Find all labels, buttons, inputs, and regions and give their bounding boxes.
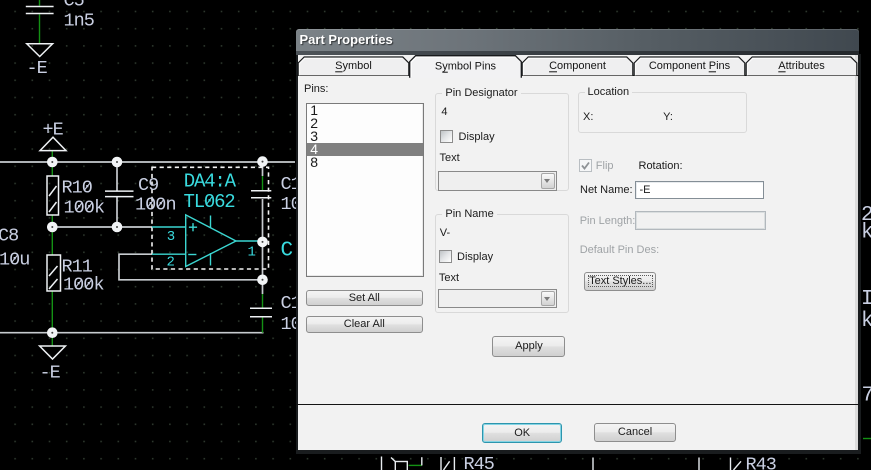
svg-text:C9: C9 [138,175,158,196]
svg-text:-E: -E [40,363,61,384]
svg-text:7: 7 [862,385,871,408]
svg-text:Attributes: Attributes [778,60,825,72]
svg-text:3: 3 [167,229,175,245]
svg-text:C: C [281,240,294,263]
svg-text:100k: 100k [63,275,104,296]
svg-text:DA4:A: DA4:A [184,171,237,193]
svg-text:2: 2 [167,255,175,271]
svg-text:TL062: TL062 [184,191,236,213]
svg-text:R10: R10 [62,178,92,199]
svg-text:R45: R45 [464,454,494,470]
svg-text:100n: 100n [135,195,176,216]
svg-text:Component: Component [549,60,606,72]
svg-text:1n5: 1n5 [64,11,94,32]
svg-text:C8: C8 [0,225,18,246]
svg-text:R43: R43 [746,455,776,470]
svg-text:100k: 100k [64,198,105,219]
svg-text:-E: -E [27,58,48,79]
svg-text:k: k [861,310,871,333]
svg-text:k: k [861,222,871,245]
svg-text:Symbol Pins: Symbol Pins [434,60,496,72]
svg-text:10u: 10u [0,250,29,271]
svg-text:Symbol: Symbol [335,60,372,72]
svg-text:1: 1 [248,245,256,261]
svg-text:IF: IF [861,288,871,311]
svg-text:Component Pins: Component Pins [648,60,730,72]
svg-text:+E: +E [43,120,64,141]
